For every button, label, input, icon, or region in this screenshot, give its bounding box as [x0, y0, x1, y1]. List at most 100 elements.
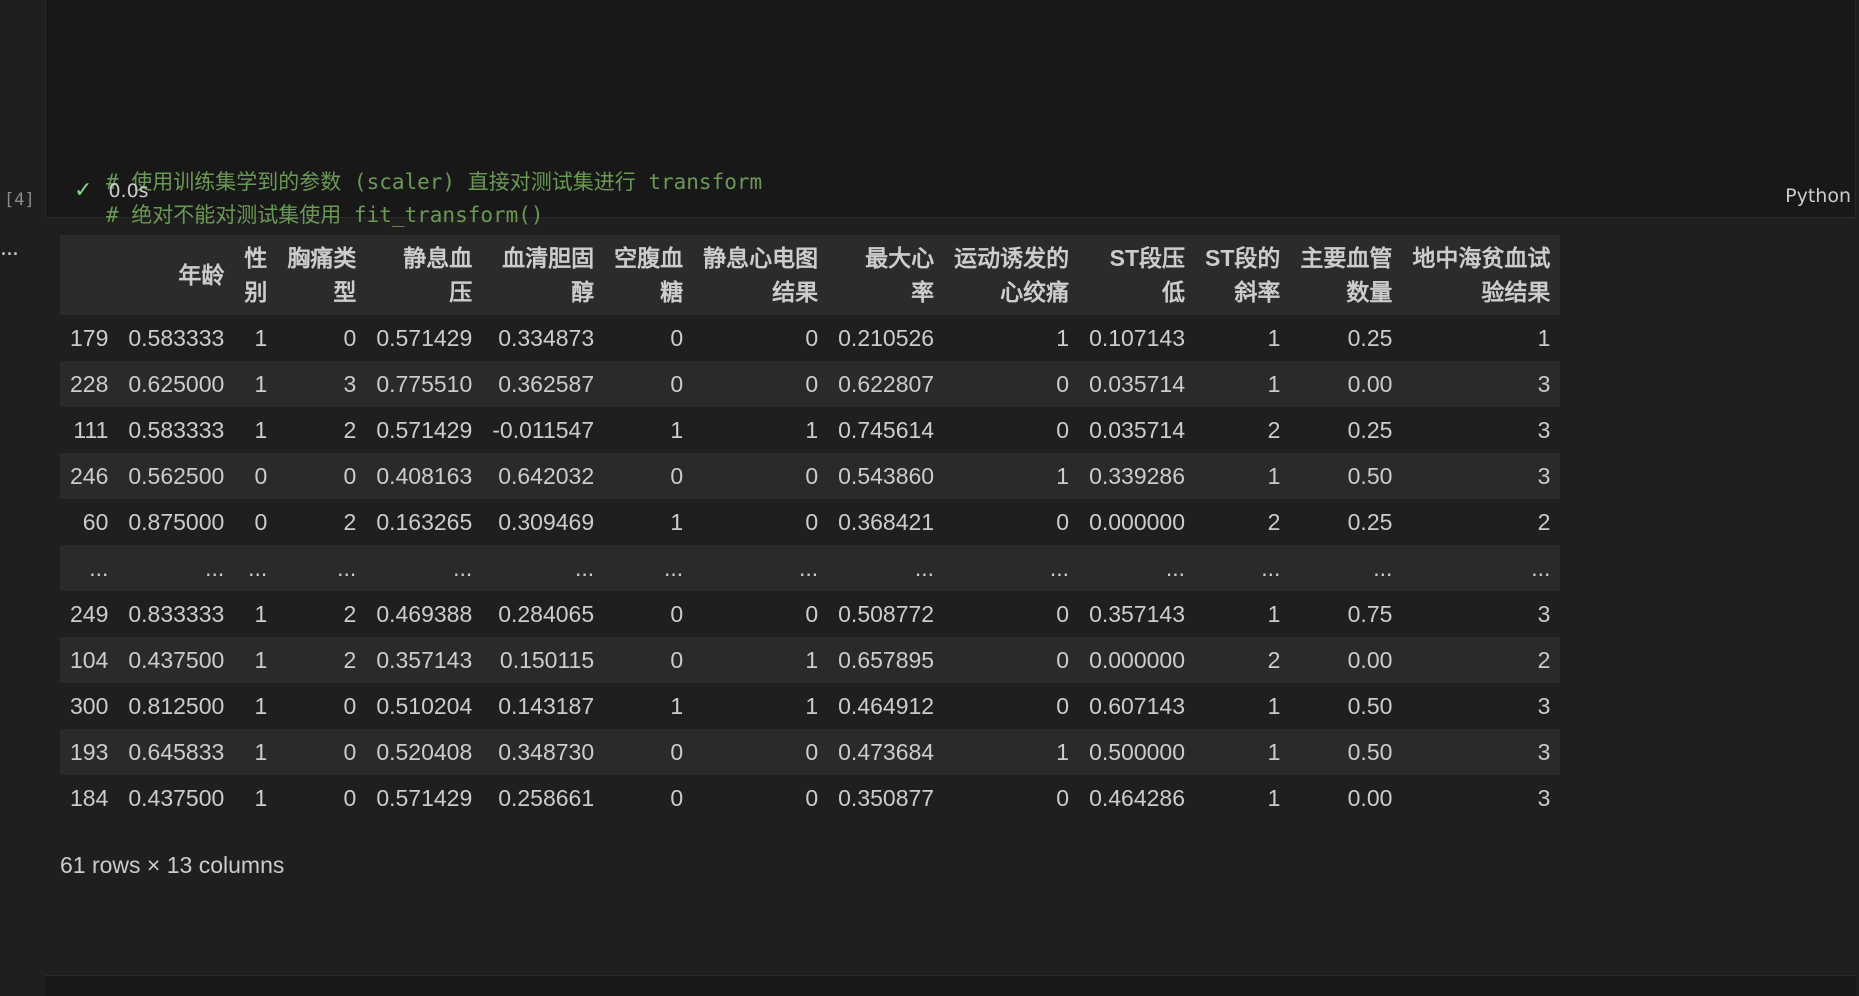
table-cell: 1 [234, 775, 278, 821]
table-cell: 0 [944, 361, 1080, 407]
table-cell: 2 [277, 499, 367, 545]
table-cell: 1 [1195, 453, 1291, 499]
dataframe-table: 年龄性 别胸痛类 型静息血 压血清胆固 醇空腹血 糖静息心电图 结果 最大心 率运… [60, 235, 1561, 821]
table-cell: 0.571429 [366, 407, 483, 453]
table-cell: 0.408163 [366, 453, 483, 499]
row-index: 193 [60, 729, 119, 775]
table-cell: ... [482, 545, 605, 591]
table-row: 249 0.833333 1 2 0.469388 0.284065 0 0 0.508772 0… [60, 591, 1561, 637]
code-cell[interactable]: # 使用训练集学到的参数 (scaler) 直接对测试集进行 transform… [45, 0, 1856, 294]
table-cell: ... [277, 545, 367, 591]
table-cell: 0.464912 [828, 683, 945, 729]
table-cell: 1 [234, 407, 278, 453]
table-cell: 0.25 [1290, 407, 1403, 453]
table-cell: ... [693, 545, 829, 591]
table-cell: 1 [604, 407, 694, 453]
column-header: 血清胆固 醇 [482, 235, 605, 315]
table-cell: 0 [693, 729, 829, 775]
table-cell: 0.469388 [366, 591, 483, 637]
table-cell: ... [1290, 545, 1403, 591]
table-cell: 0.642032 [482, 453, 605, 499]
table-cell: ... [118, 545, 235, 591]
table-cell: 0 [277, 775, 367, 821]
table-cell: 1 [944, 315, 1080, 361]
column-header: 最大心 率 [828, 235, 945, 315]
table-cell: 1 [234, 315, 278, 361]
table-cell: 0.607143 [1079, 683, 1196, 729]
table-cell: 1 [693, 637, 829, 683]
column-header: 空腹血 糖 [604, 235, 694, 315]
table-cell: 2 [277, 637, 367, 683]
table-cell: ... [1402, 545, 1561, 591]
table-cell: 0.362587 [482, 361, 605, 407]
table-cell: 0 [277, 729, 367, 775]
table-row: 300 0.812500 1 0 0.510204 0.143187 1 1 0.464912 0… [60, 683, 1561, 729]
column-header: 静息血 压 [366, 235, 483, 315]
table-cell: 0.437500 [118, 637, 235, 683]
table-cell: 0 [693, 361, 829, 407]
table-cell: 1 [1195, 775, 1291, 821]
table-row: 60 0.875000 0 2 0.163265 0.309469 1 0 0.368421 0 0… [60, 499, 1561, 545]
table-cell: 1 [234, 361, 278, 407]
table-cell: 0.334873 [482, 315, 605, 361]
table-cell: 0 [277, 315, 367, 361]
table-cell: 0.625000 [118, 361, 235, 407]
table-cell: 0 [693, 453, 829, 499]
table-cell: 0.00 [1290, 637, 1403, 683]
table-cell: 0.812500 [118, 683, 235, 729]
table-cell: 0.520408 [366, 729, 483, 775]
column-header: 静息心电图 结果 [693, 235, 829, 315]
table-cell: 0.25 [1290, 499, 1403, 545]
table-cell: 0.143187 [482, 683, 605, 729]
table-cell: 2 [277, 407, 367, 453]
table-cell: 0.473684 [828, 729, 945, 775]
column-header: 年龄 [118, 235, 235, 315]
table-row: 228 0.625000 1 3 0.775510 0.362587 0 0 0.622807 0… [60, 361, 1561, 407]
table-cell: 2 [277, 591, 367, 637]
table-row: 111 0.583333 1 2 0.571429 -0.011547 1 1 0.745614… [60, 407, 1561, 453]
table-cell: 2 [1402, 499, 1561, 545]
execution-time: 0.0s [108, 179, 149, 202]
table-cell: 1 [1195, 361, 1291, 407]
table-cell: 0.107143 [1079, 315, 1196, 361]
table-cell: 0 [944, 591, 1080, 637]
table-cell: 0.357143 [366, 637, 483, 683]
row-index: 300 [60, 683, 119, 729]
table-row: ........................................… [60, 545, 1561, 591]
table-row: 246 0.562500 0 0 0.408163 0.642032 0 0 0.543860 1… [60, 453, 1561, 499]
table-cell: ... [234, 545, 278, 591]
table-cell: 0 [604, 729, 694, 775]
table-cell: 0.500000 [1079, 729, 1196, 775]
table-cell: 0 [944, 637, 1080, 683]
row-index: 111 [60, 407, 119, 453]
code-line: # 使用训练集学到的参数 (scaler) 直接对测试集进行 transform [106, 169, 763, 194]
column-header: ST段的 斜率 [1195, 235, 1291, 315]
table-cell: 0.210526 [828, 315, 945, 361]
table-cell: 3 [1402, 361, 1561, 407]
table-cell: 0.50 [1290, 453, 1403, 499]
output-more-icon[interactable]: ... [0, 236, 19, 261]
row-index: ... [60, 545, 119, 591]
table-cell: 0.350877 [828, 775, 945, 821]
table-cell: 0.000000 [1079, 637, 1196, 683]
code-line: # 绝对不能对测试集使用 fit_transform() [106, 203, 544, 227]
table-cell: 0 [944, 499, 1080, 545]
column-header [60, 235, 119, 315]
table-cell: 0 [693, 499, 829, 545]
table-cell: 0.339286 [1079, 453, 1196, 499]
table-cell: 0 [604, 591, 694, 637]
language-picker[interactable]: Python [1785, 185, 1851, 207]
table-cell: 0.508772 [828, 591, 945, 637]
table-cell: 0 [277, 683, 367, 729]
code-line-partial [106, 65, 1054, 99]
table-cell: 0.25 [1290, 315, 1403, 361]
table-cell: 1 [944, 729, 1080, 775]
table-header-row: 年龄性 别胸痛类 型静息血 压血清胆固 醇空腹血 糖静息心电图 结果 最大心 率运… [60, 235, 1561, 315]
table-cell: 0.357143 [1079, 591, 1196, 637]
table-cell: 0.657895 [828, 637, 945, 683]
table-cell: 3 [1402, 591, 1561, 637]
row-index: 246 [60, 453, 119, 499]
next-cell[interactable] [45, 975, 1856, 996]
table-cell: 1 [234, 683, 278, 729]
table-cell: 1 [1402, 315, 1561, 361]
